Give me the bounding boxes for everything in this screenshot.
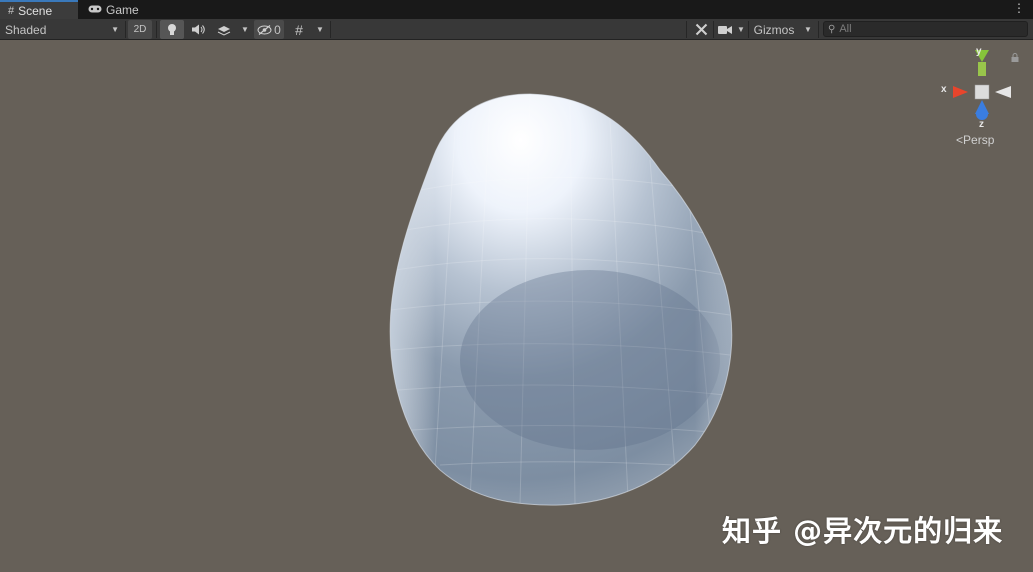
camera-settings-button[interactable] — [716, 20, 734, 39]
eye-slash-icon — [257, 24, 272, 35]
watermark-text: 知乎 @异次元的归来 — [722, 514, 1004, 548]
chevron-down-icon: ▼ — [804, 25, 812, 34]
window-tab-bar: # Scene Game ⋮ — [0, 0, 1033, 20]
lighting-toggle-button[interactable] — [160, 20, 184, 39]
divider — [818, 21, 819, 38]
grid-dropdown[interactable]: ▼ — [312, 20, 328, 39]
camera-dropdown[interactable]: ▼ — [734, 20, 748, 39]
layers-effects-icon — [217, 25, 231, 36]
tab-game-label: Game — [106, 2, 139, 17]
draw-mode-dropdown[interactable]: Shaded ▼ — [4, 20, 122, 39]
chevron-down-icon: ▼ — [316, 25, 324, 34]
projection-toggle[interactable]: <Persp — [956, 133, 994, 147]
axis-x-cone[interactable] — [953, 86, 968, 98]
perspective-chevron-icon: < — [956, 133, 964, 147]
divider — [748, 21, 749, 38]
grid-toggle-button[interactable]: # — [288, 20, 310, 39]
hidden-objects-toggle[interactable]: 0 — [254, 20, 284, 39]
2d-mode-button[interactable]: 2D — [128, 20, 152, 39]
more-options-icon[interactable]: ⋮ — [1013, 1, 1025, 15]
grid-icon: # — [8, 4, 15, 17]
gizmos-dropdown[interactable]: ▼ — [800, 20, 816, 39]
divider — [330, 21, 331, 38]
chevron-down-icon: ▼ — [737, 25, 745, 34]
search-field[interactable]: ⚲ All — [823, 21, 1028, 37]
axis-z-label: z — [979, 119, 984, 130]
speaker-icon — [192, 24, 205, 35]
camera-icon — [718, 25, 732, 34]
lightbulb-icon — [168, 24, 176, 35]
2d-mode-label: 2D — [133, 24, 147, 35]
audio-toggle-button[interactable] — [186, 20, 210, 39]
axis-y-label: y — [976, 46, 982, 57]
gizmos-label: Gizmos — [753, 22, 795, 37]
divider — [156, 21, 157, 38]
divider — [125, 21, 126, 38]
grid-icon: # — [295, 21, 303, 38]
chevron-down-icon: ▼ — [111, 25, 119, 34]
hidden-count: 0 — [274, 22, 281, 37]
axis-x-label: x — [941, 84, 947, 95]
scene-viewport[interactable]: y x z <Persp 知乎 @异次元的归来 — [0, 40, 1033, 572]
tab-scene-label: Scene — [18, 3, 53, 18]
divider — [713, 21, 714, 38]
effects-dropdown[interactable]: ▼ — [238, 20, 252, 39]
chevron-down-icon: ▼ — [241, 25, 249, 34]
tools-button[interactable] — [690, 20, 712, 39]
tab-game[interactable]: Game — [80, 0, 150, 19]
tab-scene[interactable]: # Scene — [0, 0, 78, 19]
lock-icon[interactable] — [1011, 53, 1019, 64]
divider — [686, 21, 687, 38]
scene-toolbar: Shaded ▼ 2D ▼ 0 # ▼ ▼ Gizmos ▼ ⚲ All — [0, 19, 1033, 40]
search-placeholder: All — [839, 23, 852, 35]
gamepad-icon — [88, 4, 102, 16]
gizmos-button[interactable]: Gizmos — [750, 20, 798, 39]
search-icon: ⚲ — [828, 23, 836, 35]
capsule-mesh[interactable] — [0, 40, 1033, 572]
wrench-crossed-icon — [695, 23, 707, 36]
projection-label: Persp — [963, 133, 995, 147]
draw-mode-label: Shaded — [5, 22, 47, 37]
effects-toggle-button[interactable] — [212, 20, 236, 39]
